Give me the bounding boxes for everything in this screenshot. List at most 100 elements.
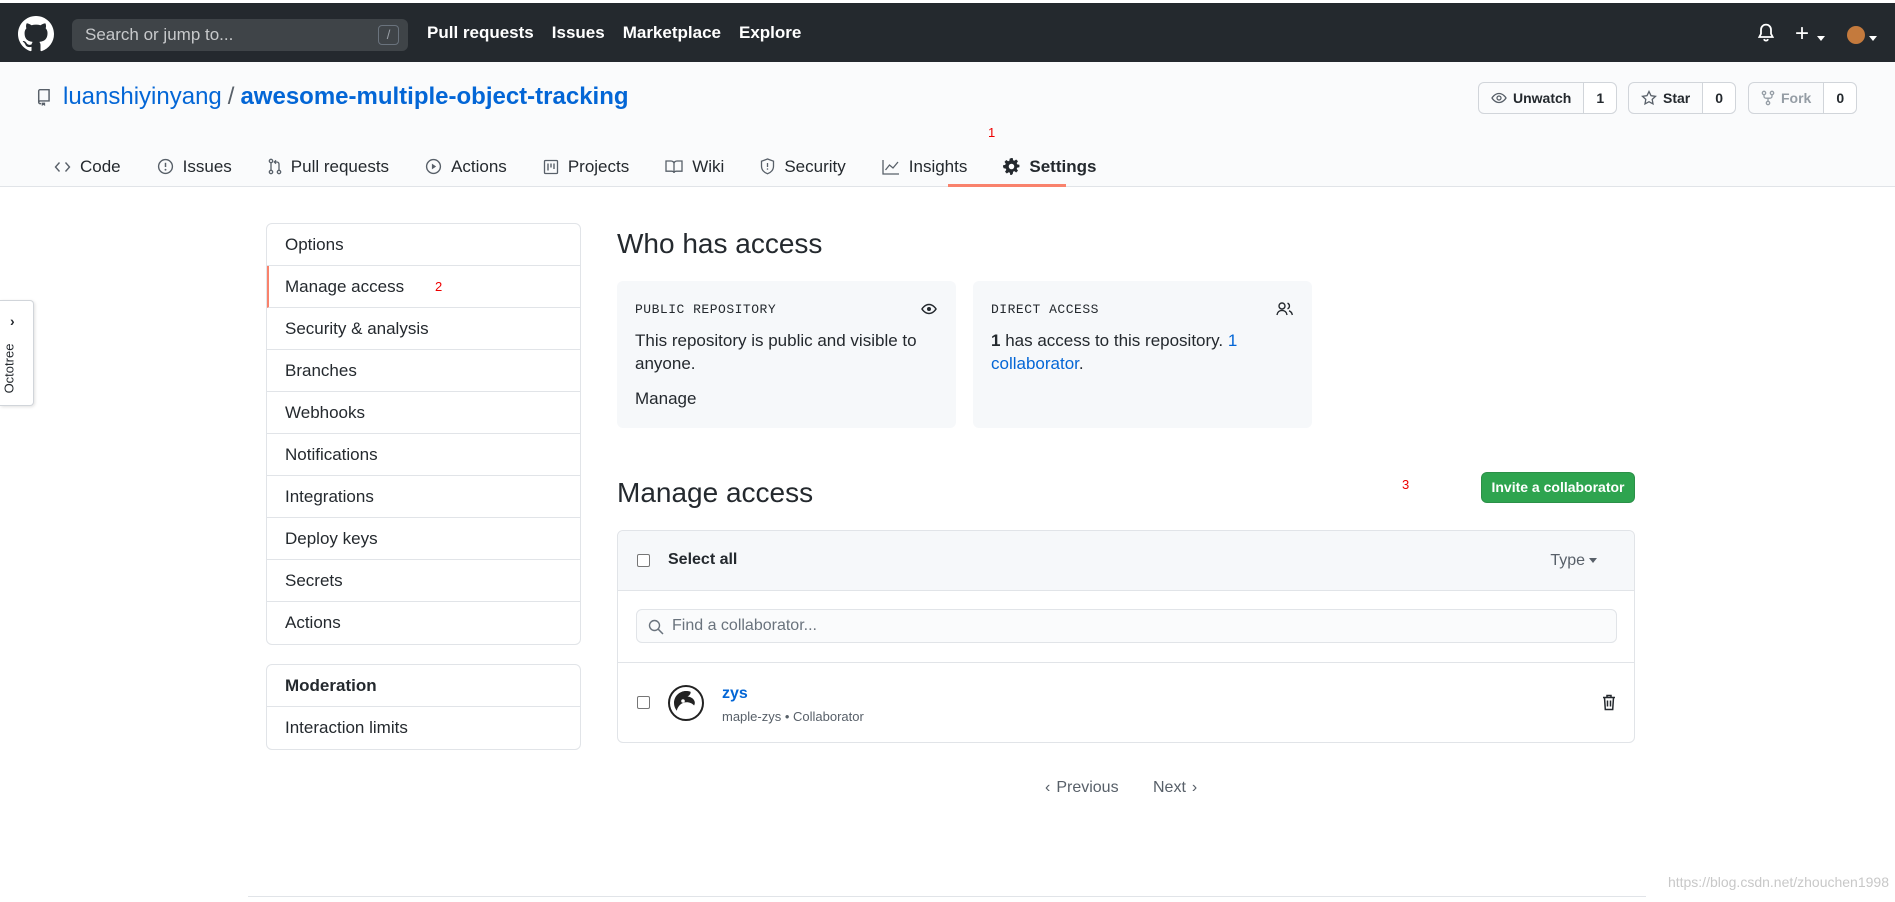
chevron-down-icon[interactable] [1817,36,1825,41]
nav-marketplace[interactable]: Marketplace [623,23,721,43]
invite-collaborator-button[interactable]: Invite a collaborator [1481,472,1635,503]
annotation-marker: 3 [1402,477,1410,492]
avatar[interactable] [668,685,704,721]
github-logo-icon[interactable] [18,16,54,52]
manage-link[interactable]: Manage [635,387,925,410]
nav-issues[interactable]: Issues [552,23,605,43]
select-all-label: Select all [668,551,738,568]
search-shortcut-key: / [378,25,399,45]
chevron-left-icon: ‹ [1045,779,1051,796]
tab-label: Pull requests [290,156,390,176]
tab-issues[interactable]: Issues [157,148,268,185]
menu-item-webhooks[interactable]: Webhooks [267,392,580,434]
octotree-toggle[interactable]: › Octotree [0,300,34,406]
fork-icon [1761,90,1775,106]
project-icon [543,159,558,174]
repo-owner-link[interactable]: luanshiyinyang [63,83,222,110]
nav-pull-requests[interactable]: Pull requests [427,23,534,43]
search-input[interactable]: Search or jump to... / [72,19,408,51]
tab-label: Settings [1029,156,1097,176]
eye-icon [1491,92,1507,104]
next-page-button[interactable]: Next › [1153,779,1197,797]
collaborators-box: Select all Type Find a collaborator... z… [617,530,1635,743]
moderation-heading: Moderation [267,665,580,707]
eye-icon [920,301,938,317]
star-label: Star [1663,90,1691,106]
unwatch-button[interactable]: Unwatch [1479,83,1585,113]
tab-label: Issues [182,156,232,176]
star-button-group: Star 0 [1628,82,1737,114]
select-all-checkbox[interactable] [637,554,650,567]
find-collaborator-input[interactable]: Find a collaborator... [636,609,1617,643]
menu-item-notifications[interactable]: Notifications [267,434,580,476]
menu-item-security-analysis[interactable]: Security & analysis [267,308,580,350]
plus-icon[interactable]: + [1795,20,1809,48]
tab-code[interactable]: Code [54,148,157,185]
star-count[interactable]: 0 [1703,83,1736,113]
type-filter-dropdown[interactable]: Type [1550,552,1597,570]
chevron-down-icon[interactable] [1869,36,1877,41]
nav-explore[interactable]: Explore [739,23,801,43]
unwatch-label: Unwatch [1513,90,1572,106]
star-button[interactable]: Star [1629,83,1704,113]
tab-wiki[interactable]: Wiki [665,148,760,185]
tab-insights[interactable]: Insights [882,148,1004,185]
play-icon [425,158,442,175]
fork-button[interactable]: Fork [1749,83,1825,113]
previous-label: Previous [1056,779,1119,796]
direct-access-card: DIRECT ACCESS 1 has access to this repos… [973,281,1312,428]
next-label: Next [1153,779,1186,796]
tab-security[interactable]: Security [760,148,881,185]
collaborators-header: Select all Type [618,531,1634,591]
tab-pull-requests[interactable]: Pull requests [268,148,425,185]
repo-separator: / [227,83,235,110]
annotation-marker: 1 [988,125,996,140]
manage-access-heading: Manage access [617,477,814,508]
collaborator-name[interactable]: zys [722,685,748,703]
tab-label: Actions [451,156,507,176]
graph-icon [882,159,899,175]
menu-item-label: Manage access [285,277,405,296]
repo-name-link[interactable]: awesome-multiple-object-tracking [240,83,628,110]
previous-page-button[interactable]: ‹ Previous [1045,779,1119,797]
trash-icon[interactable] [1602,694,1616,711]
collaborator-checkbox[interactable] [637,696,650,709]
menu-item-deploy-keys[interactable]: Deploy keys [267,518,580,560]
tab-label: Security [784,156,846,176]
menu-item-actions[interactable]: Actions [267,602,580,644]
chevron-right-icon: › [10,313,15,329]
menu-item-manage-access[interactable]: Manage access 2 [267,266,580,308]
public-repository-text: This repository is public and visible to… [635,331,917,373]
moderation-menu: Moderation Interaction limits [266,664,581,750]
menu-item-options[interactable]: Options [267,224,580,266]
fork-button-group: Fork 0 [1748,82,1858,114]
selected-tab-underline [948,184,1066,187]
fork-count[interactable]: 0 [1824,83,1857,113]
tab-settings[interactable]: Settings [1003,148,1115,185]
chevron-down-icon [1589,558,1597,564]
collaborator-row: zys maple-zys • Collaborator [618,663,1634,743]
fork-label: Fork [1781,90,1812,106]
search-placeholder: Search or jump to... [85,25,234,44]
direct-access-kicker: DIRECT ACCESS [991,302,1099,317]
pull-request-icon [268,158,282,175]
avatar[interactable] [1847,26,1865,44]
tab-label: Insights [908,156,968,176]
book-icon [665,160,683,174]
repo-title: luanshiyinyang / awesome-multiple-object-t… [63,83,629,111]
search-icon [648,619,664,635]
menu-item-secrets[interactable]: Secrets [267,560,580,602]
public-repository-card: PUBLIC REPOSITORY This repository is pub… [617,281,956,428]
bell-icon[interactable] [1757,23,1775,43]
menu-item-interaction-limits[interactable]: Interaction limits [267,707,580,749]
type-filter-label: Type [1550,552,1585,569]
tab-actions[interactable]: Actions [425,148,543,185]
menu-item-integrations[interactable]: Integrations [267,476,580,518]
tab-projects[interactable]: Projects [543,148,665,185]
star-icon [1641,90,1657,106]
settings-menu: Options Manage access 2 Security & analy… [266,223,581,645]
chevron-right-icon: › [1191,779,1198,796]
watch-count[interactable]: 1 [1584,83,1617,113]
repo-tabs: Code Issues Pull requests Actions Projec… [54,148,1115,185]
menu-item-branches[interactable]: Branches [267,350,580,392]
